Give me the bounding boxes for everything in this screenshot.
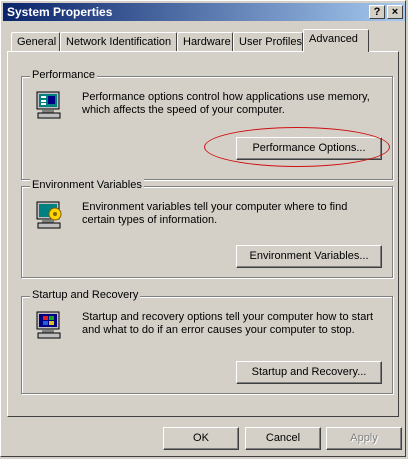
tab-hardware[interactable]: Hardware [177, 32, 233, 51]
help-button[interactable]: ? [369, 5, 385, 19]
startup-recovery-button[interactable]: Startup and Recovery... [236, 361, 382, 384]
performance-description: Performance options control how applicat… [82, 91, 370, 116]
startup-monitor-icon [36, 311, 61, 339]
tab-general[interactable]: General [11, 32, 60, 51]
environment-variables-group: Environment Variables Environment variab… [21, 179, 393, 278]
performance-group: Performance Performance options control … [21, 69, 393, 180]
tab-user-profiles[interactable]: User Profiles [233, 32, 303, 51]
system-properties-window: System Properties ? × General Network Id… [0, 0, 406, 457]
advanced-tab-panel: Performance Performance options control … [7, 51, 399, 417]
tab-advanced[interactable]: Advanced [303, 29, 369, 52]
startup-recovery-description: Startup and recovery options tell your c… [82, 311, 374, 336]
ok-button[interactable]: OK [163, 427, 239, 450]
environment-variables-button[interactable]: Environment Variables... [236, 245, 382, 268]
close-button[interactable]: × [387, 5, 403, 19]
environment-monitor-icon [36, 201, 62, 229]
performance-options-button[interactable]: Performance Options... [236, 137, 382, 160]
environment-variables-group-title: Environment Variables [30, 179, 144, 191]
cancel-button[interactable]: Cancel [245, 427, 321, 450]
startup-recovery-group: Startup and Recovery Startup and recover… [21, 289, 393, 394]
apply-button[interactable]: Apply [326, 427, 402, 450]
startup-recovery-group-title: Startup and Recovery [30, 289, 141, 301]
tab-strip: General Network Identification Hardware … [7, 29, 405, 52]
environment-variables-description: Environment variables tell your computer… [82, 201, 348, 226]
performance-group-title: Performance [30, 69, 97, 81]
title-bar[interactable]: System Properties ? × [3, 3, 405, 21]
window-title: System Properties [7, 5, 113, 19]
tab-network-identification[interactable]: Network Identification [60, 32, 177, 51]
performance-monitor-icon [36, 91, 61, 119]
